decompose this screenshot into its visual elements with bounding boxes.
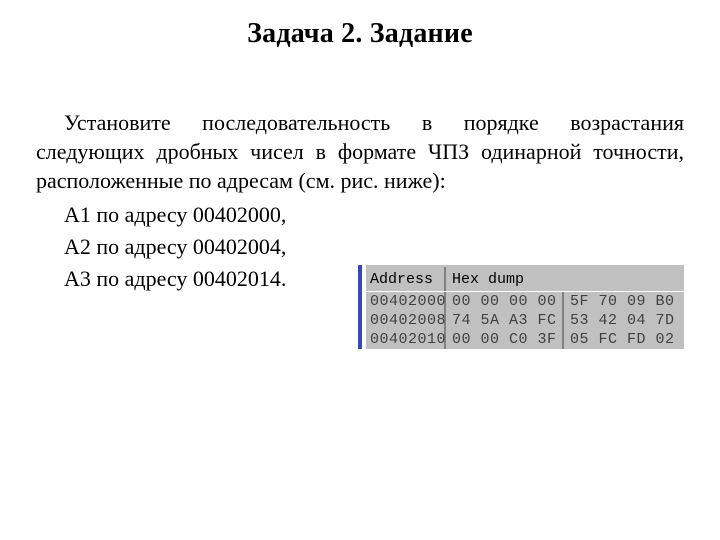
hex-header-address: Address xyxy=(366,267,446,291)
hex-bytes: 74 5A A3 FC 53 42 04 7D xyxy=(446,311,684,330)
address-list: А1 по адресу 00402000, А2 по адресу 0040… xyxy=(36,199,346,295)
hex-dump-panel: Address Hex dump 00402000 00 00 00 00 5F… xyxy=(358,265,684,349)
table-row: 00402008 74 5A A3 FC 53 42 04 7D xyxy=(366,311,684,330)
list-item: А3 по адресу 00402014. xyxy=(36,263,346,295)
hex-bytes-group: 05 FC FD 02 xyxy=(564,330,684,349)
hex-bytes-group: 5F 70 09 B0 xyxy=(564,292,684,311)
table-row: 00402010 00 00 C0 3F 05 FC FD 02 xyxy=(366,330,684,349)
hex-bytes: 00 00 C0 3F 05 FC FD 02 xyxy=(446,330,684,349)
hex-bytes-group: 00 00 00 00 xyxy=(446,292,564,311)
hex-bytes-group: 74 5A A3 FC xyxy=(446,311,564,330)
table-row: 00402000 00 00 00 00 5F 70 09 B0 xyxy=(366,292,684,311)
hex-dump-inner: Address Hex dump 00402000 00 00 00 00 5F… xyxy=(366,265,684,349)
content-columns: А1 по адресу 00402000, А2 по адресу 0040… xyxy=(36,199,684,349)
hex-addr-cell: 00402008 xyxy=(366,311,446,330)
hex-bytes-group: 53 42 04 7D xyxy=(564,311,684,330)
hex-addr-cell: 00402010 xyxy=(366,330,446,349)
list-item: А1 по адресу 00402000, xyxy=(36,199,346,231)
hex-header-row: Address Hex dump xyxy=(366,267,684,292)
page: Задача 2. Задание Установите последовате… xyxy=(0,0,720,540)
hex-bytes-group: 00 00 C0 3F xyxy=(446,330,564,349)
list-item: А2 по адресу 00402004, xyxy=(36,231,346,263)
hex-addr-cell: 00402000 xyxy=(366,292,446,311)
hex-header-hexdump: Hex dump xyxy=(446,267,684,291)
page-title: Задача 2. Задание xyxy=(36,18,684,50)
text-column: А1 по адресу 00402000, А2 по адресу 0040… xyxy=(36,199,346,295)
hex-bytes: 00 00 00 00 5F 70 09 B0 xyxy=(446,292,684,311)
task-paragraph: Установите последовательность в порядке … xyxy=(36,108,684,195)
